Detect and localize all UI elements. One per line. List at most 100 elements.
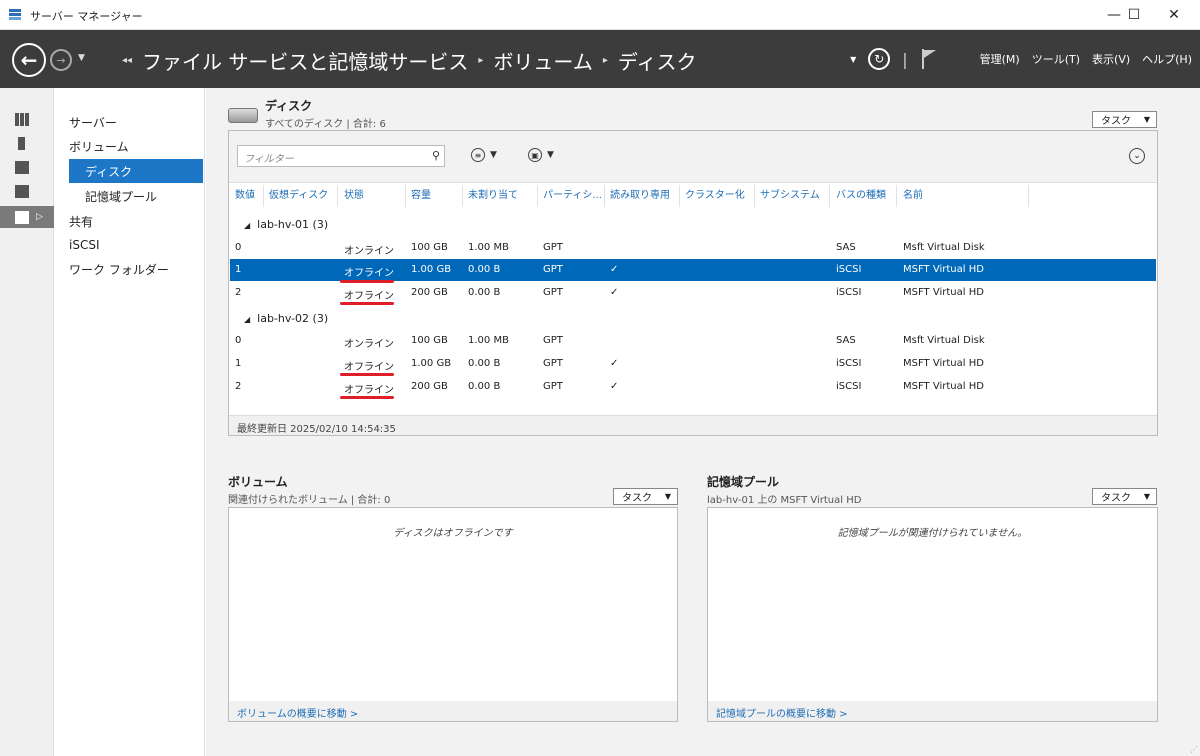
breadcrumb: ◂◂ ファイル サービスと記憶域サービス ▸ ボリューム ▸ ディスク: [122, 46, 696, 75]
group-header[interactable]: ◢ lab-hv-01 (3): [244, 218, 328, 231]
nav-item-servers[interactable]: サーバー: [69, 110, 117, 134]
breadcrumb-back-icon[interactable]: ◂◂: [122, 55, 132, 66]
main-content: ディスク すべてのディスク | 合計: 6 タスク ▼ フィルター ⚲ ≡ ▼ ▣ ▼ …: [206, 88, 1200, 756]
disks-subtitle: すべてのディスク | 合計: 6: [265, 119, 386, 130]
close-button[interactable]: ✕: [1154, 0, 1194, 30]
table-row[interactable]: 0 オンライン 100 GB 1.00 MB GPT SAS Msft Virt…: [230, 237, 1156, 259]
toolbar-divider: |: [902, 49, 908, 69]
menu-tools[interactable]: ツール(T): [1032, 51, 1080, 67]
pools-panel: 記憶域プールが関連付けられていません。 記憶域プールの概要に移動 >: [707, 507, 1158, 722]
col-virtual-disk[interactable]: 仮想ディスク: [269, 189, 328, 203]
table-row-selected[interactable]: 1 オフライン 1.00 GB 0.00 B GPT ✓ iSCSI MSFT …: [230, 259, 1156, 281]
forward-button[interactable]: →: [50, 49, 72, 71]
col-clustered[interactable]: クラスター化: [685, 189, 745, 203]
save-icon: ▣: [528, 148, 542, 162]
pools-title: 記憶域プール: [707, 475, 780, 489]
table-row[interactable]: 1 オフライン 1.00 GB 0.00 B GPT ✓ iSCSI MSFT …: [230, 353, 1156, 375]
col-bus-type[interactable]: バスの種類: [836, 189, 886, 203]
list-icon: ≡: [471, 148, 485, 162]
nav-item-work-folders[interactable]: ワーク フォルダー: [69, 257, 169, 281]
disk-icon: [228, 108, 258, 123]
table-row[interactable]: 2 オフライン 200 GB 0.00 B GPT ✓ iSCSI MSFT V…: [230, 376, 1156, 398]
task-label: タスク: [622, 493, 652, 504]
task-label: タスク: [1101, 116, 1131, 127]
history-dropdown-icon[interactable]: ▼: [78, 53, 85, 63]
maximize-button[interactable]: ☐: [1114, 0, 1154, 30]
filter-bar: フィルター ⚲ ≡ ▼ ▣ ▼ ⌄: [229, 131, 1157, 183]
expand-collapse-icon[interactable]: ⌄: [1129, 148, 1145, 164]
col-name[interactable]: 名前: [903, 189, 923, 203]
dashboard-icon[interactable]: [0, 108, 54, 130]
volumes-title: ボリューム: [228, 475, 288, 489]
breadcrumb-item[interactable]: ファイル サービスと記憶域サービス: [142, 46, 468, 75]
expand-right-icon: ▷: [36, 212, 43, 222]
pools-overview-link[interactable]: 記憶域プールの概要に移動 >: [708, 701, 1157, 721]
volumes-overview-link[interactable]: ボリュームの概要に移動 >: [229, 701, 677, 721]
pools-empty-message: 記憶域プールが関連付けられていません。: [837, 528, 1028, 539]
header-toolbar: ▼ ↻ | 管理(M) ツール(T) 表示(V) ヘルプ(H): [850, 30, 1192, 88]
last-updated-status: 最終更新日 2025/02/10 14:54:35: [229, 415, 1157, 435]
col-unallocated[interactable]: 未割り当て: [468, 189, 518, 203]
filter-input[interactable]: フィルター ⚲: [237, 145, 445, 167]
nav-item-volumes[interactable]: ボリューム: [69, 134, 129, 158]
col-read-only[interactable]: 読み取り専用: [610, 189, 670, 203]
col-status[interactable]: 状態: [344, 189, 364, 203]
search-icon[interactable]: ⚲: [432, 149, 440, 162]
breadcrumb-item[interactable]: ボリューム: [493, 46, 592, 75]
refresh-icon[interactable]: ↻: [868, 48, 891, 70]
breadcrumb-dropdown-icon[interactable]: ▼: [850, 55, 856, 64]
navigation-pane: サーバー ボリューム ディスク 記憶域プール 共有 iSCSI ワーク フォルダ…: [55, 88, 205, 756]
pools-task-button[interactable]: タスク ▼: [1092, 488, 1157, 505]
group-header[interactable]: ◢ lab-hv-02 (3): [244, 312, 328, 325]
menu-manage[interactable]: 管理(M): [980, 51, 1020, 67]
notifications-flag-icon[interactable]: [920, 48, 938, 70]
chevron-down-icon: ▼: [547, 150, 554, 160]
col-capacity[interactable]: 容量: [411, 189, 431, 203]
save-query-button[interactable]: ▣ ▼: [528, 148, 554, 162]
disks-panel: フィルター ⚲ ≡ ▼ ▣ ▼ ⌄ 数値 仮想ディスク 状態 容量 未割り当て パーテ…: [228, 130, 1158, 436]
chevron-down-icon: ▼: [490, 150, 497, 160]
volumes-empty-message: ディスクはオフラインです: [393, 528, 513, 539]
chevron-down-icon: ▼: [1143, 115, 1150, 124]
collapse-triangle-icon[interactable]: ◢: [244, 221, 250, 230]
file-storage-services-icon[interactable]: ▷: [0, 206, 54, 228]
nav-item-shares[interactable]: 共有: [69, 209, 93, 233]
chevron-down-icon: ▼: [1143, 492, 1150, 501]
table-row[interactable]: 0 オンライン 100 GB 1.00 MB GPT SAS Msft Virt…: [230, 330, 1156, 352]
collapse-triangle-icon[interactable]: ◢: [244, 315, 250, 324]
menu-help[interactable]: ヘルプ(H): [1142, 51, 1192, 67]
chevron-right-icon: ▸: [478, 55, 484, 66]
all-servers-icon[interactable]: [0, 156, 54, 178]
volumes-subtitle: 関連付けられたボリューム | 合計: 0: [228, 495, 391, 506]
app-header: ← → ▼ ◂◂ ファイル サービスと記憶域サービス ▸ ボリューム ▸ ディス…: [0, 30, 1200, 88]
annotation-underline: [340, 396, 394, 399]
window-titlebar: サーバー マネージャー — ☐ ✕: [0, 0, 1200, 30]
nav-item-storage-pools[interactable]: 記憶域プール: [85, 184, 157, 208]
disks-task-button[interactable]: タスク ▼: [1092, 111, 1157, 128]
filter-placeholder: フィルター: [244, 154, 294, 165]
col-partition[interactable]: パーティシ...: [543, 189, 602, 203]
task-label: タスク: [1101, 493, 1131, 504]
left-icon-rail: ▷: [0, 88, 54, 756]
col-number[interactable]: 数値: [235, 189, 255, 203]
chevron-right-icon: ▸: [602, 55, 608, 66]
local-server-icon[interactable]: [0, 132, 54, 154]
volumes-panel: ディスクはオフラインです ボリュームの概要に移動 >: [228, 507, 678, 722]
resize-grip-icon[interactable]: ⋰: [1190, 745, 1198, 754]
list-options-button[interactable]: ≡ ▼: [471, 148, 497, 162]
back-button[interactable]: ←: [12, 43, 46, 77]
table-row[interactable]: 2 オフライン 200 GB 0.00 B GPT ✓ iSCSI MSFT V…: [230, 282, 1156, 304]
server-manager-icon: [9, 9, 21, 20]
disks-title: ディスク: [265, 99, 313, 113]
window-title: サーバー マネージャー: [30, 10, 143, 23]
breadcrumb-item[interactable]: ディスク: [618, 46, 697, 75]
chevron-down-icon: ▼: [664, 492, 671, 501]
col-subsystem[interactable]: サブシステム: [760, 189, 820, 203]
menu-view[interactable]: 表示(V): [1092, 51, 1130, 67]
annotation-underline: [340, 302, 394, 305]
nav-item-disks[interactable]: ディスク: [69, 159, 203, 183]
volumes-task-button[interactable]: タスク ▼: [613, 488, 678, 505]
pools-subtitle: lab-hv-01 上の MSFT Virtual HD: [707, 495, 862, 506]
file-services-icon[interactable]: [0, 180, 54, 202]
nav-item-iscsi[interactable]: iSCSI: [69, 233, 100, 257]
